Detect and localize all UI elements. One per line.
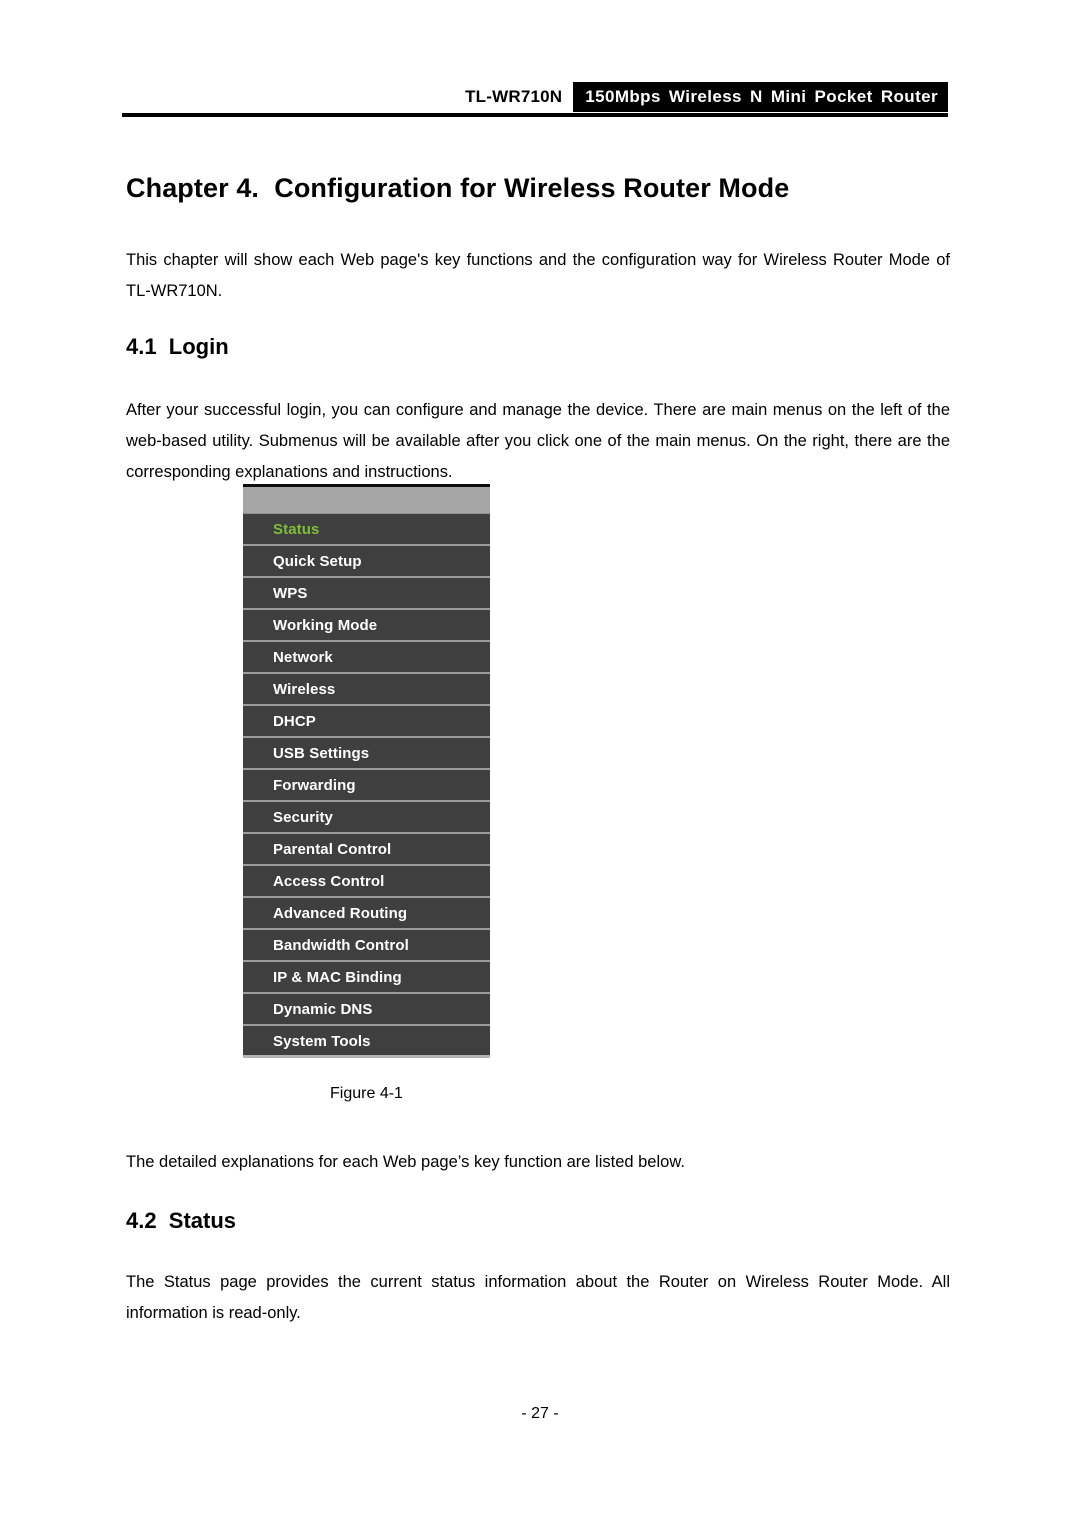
section-heading-status: 4.2 Status: [126, 1208, 237, 1234]
menu-item-parental-control[interactable]: Parental Control: [243, 834, 490, 866]
menu-header-bar: [243, 487, 490, 514]
page-number: - 27 -: [521, 1405, 559, 1422]
router-main-menu: Status Quick Setup WPS Working Mode Netw…: [243, 484, 490, 1058]
menu-item-system-tools[interactable]: System Tools: [243, 1026, 490, 1058]
menu-item-bandwidth-control[interactable]: Bandwidth Control: [243, 930, 490, 962]
figure-caption: Figure 4-1: [330, 1085, 403, 1102]
chapter-intro-paragraph: This chapter will show each Web page's k…: [126, 250, 950, 300]
menu-item-dynamic-dns[interactable]: Dynamic DNS: [243, 994, 490, 1026]
menu-item-ip-mac-binding[interactable]: IP & MAC Binding: [243, 962, 490, 994]
chapter-title: Chapter 4. Configuration for Wireless Ro…: [126, 173, 790, 204]
menu-item-access-control[interactable]: Access Control: [243, 866, 490, 898]
header-product-banner: 150Mbps Wireless N Mini Pocket Router: [573, 82, 948, 112]
header-divider-rule: [122, 113, 948, 117]
menu-item-wps[interactable]: WPS: [243, 578, 490, 610]
header-model-name: TL-WR710N: [465, 87, 563, 106]
page-header: TL-WR710N 150Mbps Wireless N Mini Pocket…: [122, 82, 948, 112]
menu-item-advanced-routing[interactable]: Advanced Routing: [243, 898, 490, 930]
menu-item-status[interactable]: Status: [243, 514, 490, 546]
post-figure-paragraph: The detailed explanations for each Web p…: [126, 1152, 685, 1171]
menu-item-network[interactable]: Network: [243, 642, 490, 674]
section-body-login: After your successful login, you can con…: [126, 400, 950, 481]
menu-item-working-mode[interactable]: Working Mode: [243, 610, 490, 642]
menu-item-usb-settings[interactable]: USB Settings: [243, 738, 490, 770]
section-heading-login: 4.1 Login: [126, 334, 229, 360]
section-body-status: The Status page provides the current sta…: [126, 1272, 950, 1322]
menu-item-dhcp[interactable]: DHCP: [243, 706, 490, 738]
menu-item-forwarding[interactable]: Forwarding: [243, 770, 490, 802]
menu-item-wireless[interactable]: Wireless: [243, 674, 490, 706]
menu-item-quick-setup[interactable]: Quick Setup: [243, 546, 490, 578]
menu-item-security[interactable]: Security: [243, 802, 490, 834]
figure-4-1-router-menu: Status Quick Setup WPS Working Mode Netw…: [243, 484, 490, 1058]
